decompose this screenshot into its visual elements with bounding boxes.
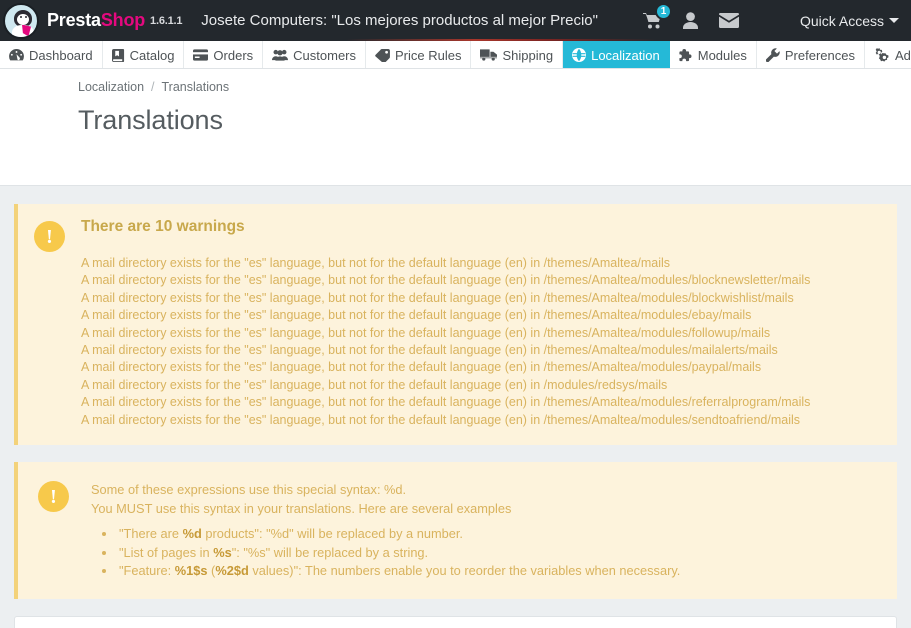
chevron-down-icon xyxy=(889,18,899,23)
syntax-help-panel: ! Some of these expressions use this spe… xyxy=(14,462,897,599)
nav-item-modules[interactable]: Modules xyxy=(670,41,757,68)
envelope-icon[interactable] xyxy=(710,0,748,41)
warning-item: A mail directory exists for the "es" lan… xyxy=(81,377,668,392)
nav-item-label: Price Rules xyxy=(395,47,462,63)
quick-access-menu[interactable]: Quick Access xyxy=(800,13,899,29)
truck-icon xyxy=(480,49,498,61)
nav-item-label: Localization xyxy=(591,47,660,63)
top-bar: PrestaShop 1.6.1.1 Josete Computers: "Lo… xyxy=(0,0,911,41)
example-text: "Feature: xyxy=(119,563,175,579)
dashboard-gauge-icon xyxy=(9,48,24,62)
nav-item-dashboard[interactable]: Dashboard xyxy=(0,41,103,68)
globe-icon xyxy=(572,48,587,62)
syntax-example-item: "Feature: %1$s (%2$d values)": The numbe… xyxy=(117,562,881,581)
warnings-list: A mail directory exists for the "es" lan… xyxy=(81,255,881,429)
shop-name-label: Josete Computers: "Los mejores productos… xyxy=(201,12,598,29)
nav-item-catalog[interactable]: Catalog xyxy=(103,41,185,68)
people-group-icon xyxy=(272,49,289,61)
warning-item: A mail directory exists for the "es" lan… xyxy=(81,273,811,288)
page-body: ! There are 10 warnings A mail directory… xyxy=(0,186,911,628)
example-text: products": "%d" will be replaced by a nu… xyxy=(201,526,463,542)
nav-item-label: Preferences xyxy=(784,47,855,63)
logo-feet xyxy=(16,38,30,39)
nav-item-label: Dashboard xyxy=(29,47,93,63)
logo-eye-right xyxy=(25,15,27,18)
prestashop-penguin-logo[interactable] xyxy=(3,2,39,39)
nav-item-label: Modules xyxy=(697,47,747,63)
gears-icon xyxy=(874,48,890,62)
example-placeholder: %s xyxy=(213,544,232,560)
puzzle-piece-icon xyxy=(679,48,693,62)
example-text: "There are xyxy=(119,526,183,542)
quick-access-label: Quick Access xyxy=(799,12,884,29)
warnings-alert-title: There are 10 warnings xyxy=(81,218,245,235)
warning-item: A mail directory exists for the "es" lan… xyxy=(81,290,794,305)
nav-item-localization[interactable]: Localization xyxy=(563,41,670,68)
example-placeholder: %2$d xyxy=(215,563,249,579)
syntax-example-item: "There are %d products": "%d" will be re… xyxy=(117,525,881,544)
example-placeholder: %d xyxy=(182,526,202,542)
brand-wordmark[interactable]: PrestaShop xyxy=(47,10,145,31)
top-bar-actions: 1 Quick Access xyxy=(634,0,899,41)
syntax-help-line-1: Some of these expressions use this speci… xyxy=(91,482,407,498)
warning-item: A mail directory exists for the "es" lan… xyxy=(81,256,671,270)
shopping-cart-icon[interactable]: 1 xyxy=(634,0,672,41)
breadcrumb-separator: / xyxy=(151,80,155,94)
logo-eye-left xyxy=(20,15,22,18)
example-text: values)": The numbers enable you to reor… xyxy=(248,563,681,579)
nav-item-preferences[interactable]: Preferences xyxy=(757,41,865,68)
user-icon[interactable] xyxy=(672,0,710,41)
nav-item-label: Shipping xyxy=(502,47,554,63)
syntax-help-body: Some of these expressions use this speci… xyxy=(85,480,881,581)
warning-item: A mail directory exists for the "es" lan… xyxy=(81,360,762,375)
warning-item: A mail directory exists for the "es" lan… xyxy=(81,325,771,340)
logo-face xyxy=(17,13,29,25)
nav-item-label: Advanced Parameters xyxy=(894,47,911,63)
breadcrumb: Localization / Translations xyxy=(0,80,911,94)
page-title: Translations xyxy=(78,105,223,135)
warning-item: A mail directory exists for the "es" lan… xyxy=(81,308,752,323)
breadcrumb-parent[interactable]: Localization xyxy=(78,80,144,94)
nav-item-label: Catalog xyxy=(129,47,175,63)
warnings-alert-body: There are 10 warnings A mail directory e… xyxy=(81,218,881,429)
translation-type-panel xyxy=(14,615,897,628)
example-placeholder: %1$s xyxy=(174,563,208,579)
example-text: "List of pages in xyxy=(119,544,214,560)
exclamation-circle-icon: ! xyxy=(34,221,65,252)
brand-presta-text: Presta xyxy=(47,10,101,30)
syntax-help-line-2: You MUST use this syntax in your transla… xyxy=(91,501,512,517)
nav-item-label: Orders xyxy=(213,47,254,63)
nav-item-price-rules[interactable]: Price Rules xyxy=(366,41,472,68)
tag-icon xyxy=(375,48,390,62)
nav-item-shipping[interactable]: Shipping xyxy=(471,41,564,68)
warning-item: A mail directory exists for the "es" lan… xyxy=(81,412,800,427)
brand-shop-text: Shop xyxy=(100,10,146,30)
exclamation-circle-icon: ! xyxy=(38,481,69,513)
nav-item-advanced-parameters[interactable]: Advanced Parameters xyxy=(865,41,911,68)
breadcrumb-current: Translations xyxy=(161,80,230,94)
book-icon xyxy=(111,48,125,62)
wrench-icon xyxy=(765,48,780,62)
main-navigation: Dashboard Catalog Orders Customers Price Rul… xyxy=(0,41,911,69)
warning-item: A mail directory exists for the "es" lan… xyxy=(81,343,778,358)
syntax-example-item: "List of pages in %s": "%s" will be repl… xyxy=(117,544,881,563)
syntax-examples-list: "There are %d products": "%d" will be re… xyxy=(117,525,881,581)
nav-item-orders[interactable]: Orders xyxy=(184,41,264,68)
version-label: 1.6.1.1 xyxy=(150,14,183,27)
example-text: ": "%s" will be replaced by a string. xyxy=(231,544,429,560)
cart-count-badge: 1 xyxy=(654,3,672,20)
warning-item: A mail directory exists for the "es" lan… xyxy=(81,395,811,410)
credit-card-icon xyxy=(193,49,209,61)
warnings-alert-panel: ! There are 10 warnings A mail directory… xyxy=(14,204,897,446)
page-header: Localization / Translations Translations xyxy=(0,69,911,186)
nav-item-label: Customers xyxy=(293,47,357,63)
nav-item-customers[interactable]: Customers xyxy=(263,41,367,68)
